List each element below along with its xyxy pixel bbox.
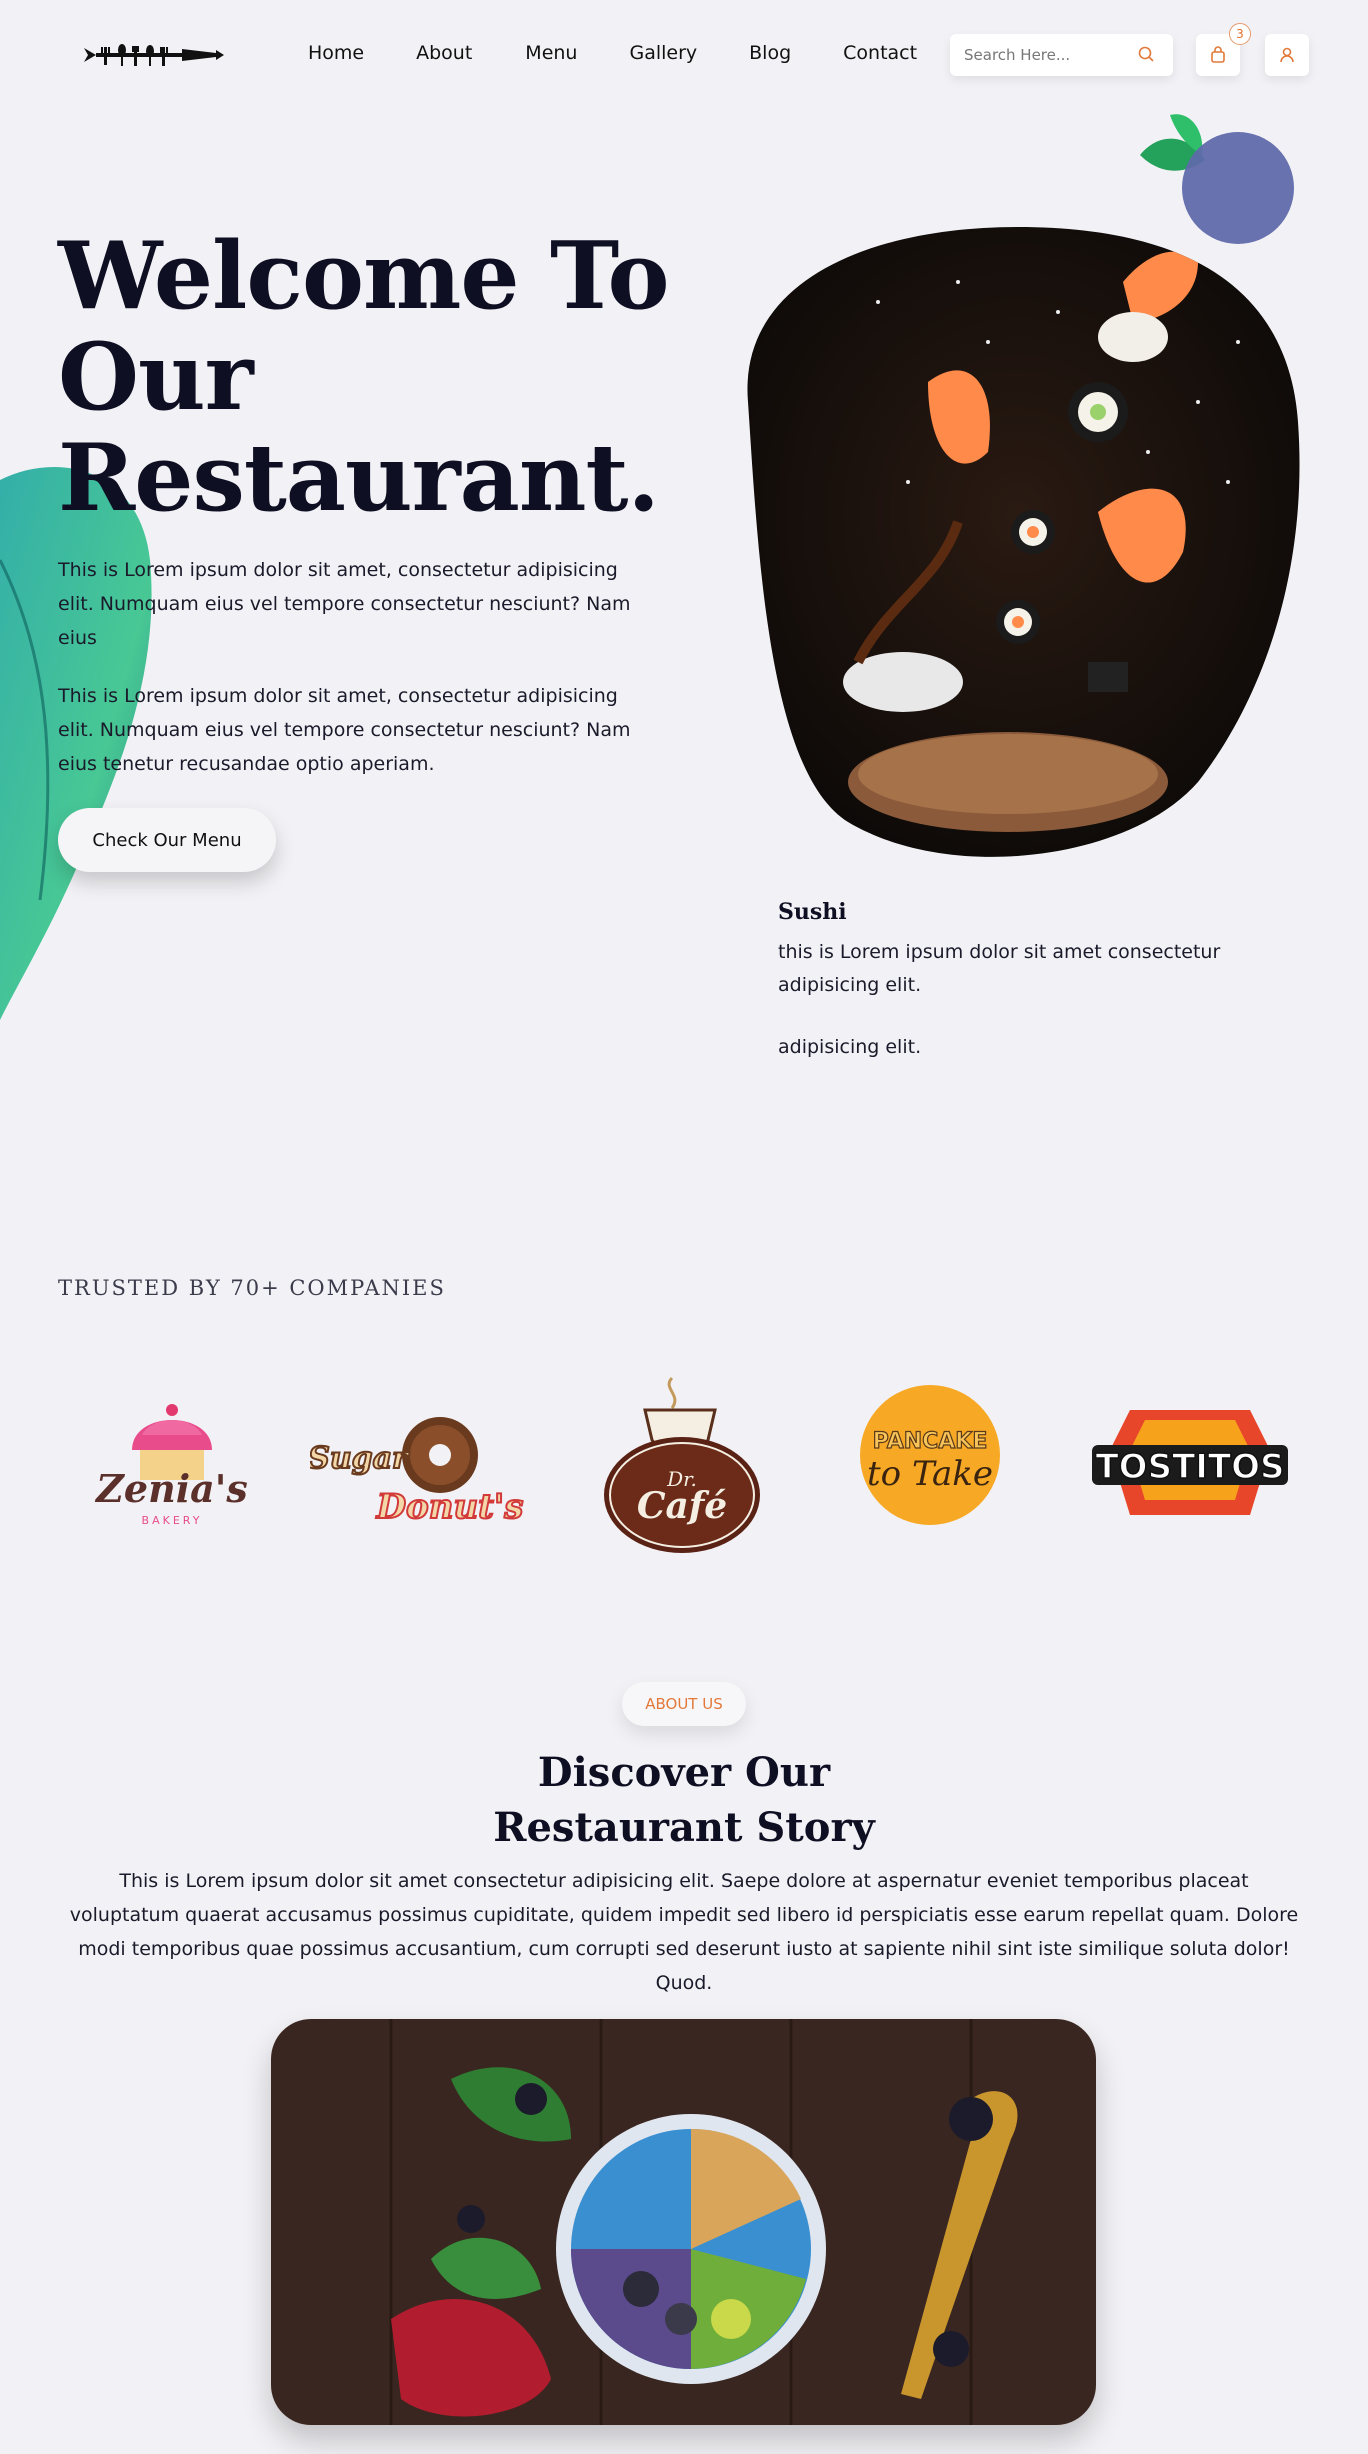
nav-links: Home About Menu Gallery Blog Contact bbox=[308, 42, 969, 64]
nav-gallery[interactable]: Gallery bbox=[629, 42, 697, 64]
hero-title-line-1: Welcome To bbox=[58, 221, 670, 330]
user-icon bbox=[1280, 47, 1294, 63]
brand-zenias-sub: BAKERY bbox=[142, 1514, 203, 1527]
brand-logo-dr-cafe: Dr. Café bbox=[604, 1376, 760, 1553]
about-paragraph: This is Lorem ipsum dolor sit amet conse… bbox=[69, 1870, 1299, 1994]
brand-totake-name: to Take bbox=[867, 1454, 993, 1494]
about-title-line-2: Restaurant Story bbox=[493, 1804, 875, 1851]
about-us-pill: ABOUT US bbox=[622, 1682, 746, 1726]
smoothie-bowl-illustration bbox=[271, 2019, 1096, 2425]
nav-about[interactable]: About bbox=[416, 42, 472, 64]
hero-title: Welcome To Our Restaurant. bbox=[58, 225, 698, 528]
featured-dish-extra: adipisicing elit. bbox=[778, 1036, 922, 1058]
brand-logo-tostitos: TOSTITOS bbox=[1092, 1410, 1288, 1515]
brand-logos: Zenia's BAKERY Sugar Donut's Dr. Café PA… bbox=[0, 1360, 1368, 1560]
navbar: Home About Menu Gallery Blog Contact 3 bbox=[0, 0, 1368, 110]
brand-cafe-name: Café bbox=[637, 1485, 727, 1527]
cart-count-badge: 3 bbox=[1229, 23, 1251, 45]
nav-blog[interactable]: Blog bbox=[749, 42, 791, 64]
about-title: Discover Our Restaurant Story bbox=[384, 1745, 984, 1855]
brand-zenias-name: Zenia's bbox=[94, 1466, 248, 1511]
hero-paragraph-2: This is Lorem ipsum dolor sit amet, cons… bbox=[58, 685, 631, 775]
user-button[interactable] bbox=[1265, 34, 1309, 76]
brand-logo-zenias: Zenia's BAKERY bbox=[94, 1404, 248, 1527]
brand-logo-sugar-donuts: Sugar Donut's bbox=[310, 1417, 524, 1528]
search-icon[interactable] bbox=[1137, 45, 1157, 65]
hero-title-line-3: Restaurant. bbox=[58, 423, 660, 532]
hero-title-line-2: Our bbox=[58, 322, 254, 431]
brand-logo-pancake-to-take: PANCAKE to Take bbox=[860, 1385, 1000, 1525]
search-box bbox=[950, 34, 1173, 76]
search-input[interactable] bbox=[964, 46, 1124, 64]
nav-menu[interactable]: Menu bbox=[525, 42, 577, 64]
featured-dish-name: Sushi bbox=[778, 899, 847, 925]
nav-home[interactable]: Home bbox=[308, 42, 364, 64]
sushi-hero-image bbox=[747, 227, 1300, 857]
about-title-line-1: Discover Our bbox=[537, 1749, 831, 1796]
trusted-heading: TRUSTED BY 70+ COMPANIES bbox=[58, 1276, 446, 1300]
nav-contact[interactable]: Contact bbox=[843, 42, 917, 64]
brand-pancake-name: PANCAKE bbox=[873, 1429, 988, 1454]
hero-paragraph-1: This is Lorem ipsum dolor sit amet, cons… bbox=[58, 559, 631, 649]
check-menu-button[interactable]: Check Our Menu bbox=[58, 808, 276, 872]
cart-icon bbox=[1211, 46, 1225, 63]
featured-dish-description: this is Lorem ipsum dolor sit amet conse… bbox=[778, 941, 1221, 996]
site-logo[interactable] bbox=[82, 38, 227, 72]
brand-donuts-name: Donut's bbox=[376, 1487, 524, 1527]
brand-sugar-name: Sugar bbox=[310, 1441, 410, 1476]
brand-tostitos-name: TOSTITOS bbox=[1095, 1447, 1284, 1487]
smoothie-bowl-image bbox=[271, 2019, 1096, 2425]
